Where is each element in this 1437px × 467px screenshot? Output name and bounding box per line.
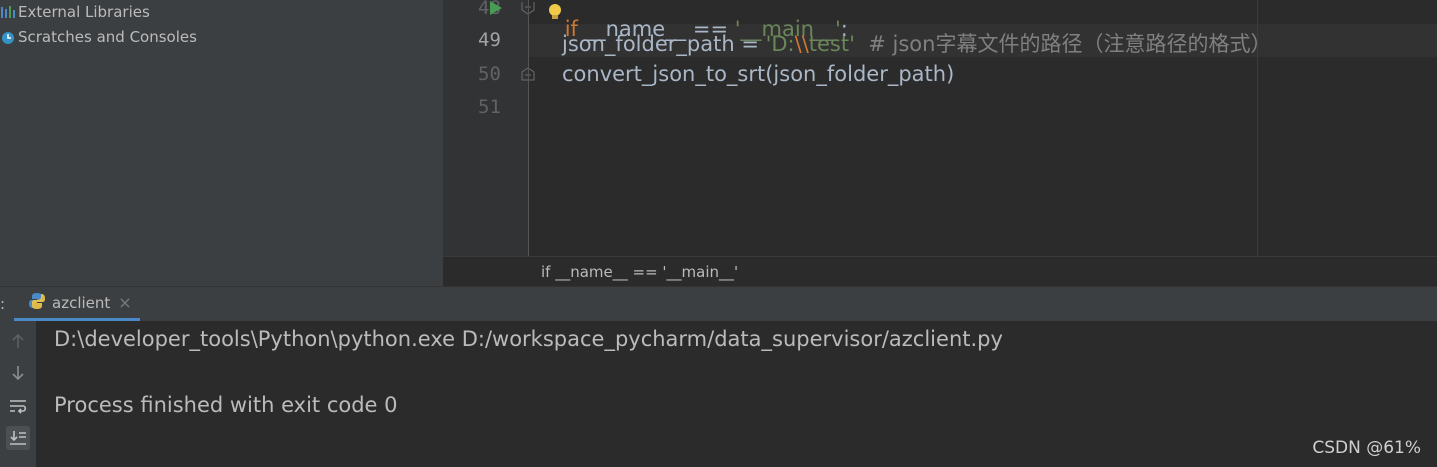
run-header: : azclient × xyxy=(0,286,1437,321)
run-toolbar xyxy=(0,321,36,467)
run-label-prefix: : xyxy=(0,295,6,313)
up-arrow-icon[interactable] xyxy=(6,329,30,353)
gutter-separator xyxy=(528,0,529,256)
code-operator: = xyxy=(734,32,766,56)
libraries-icon xyxy=(0,4,16,20)
code-editor[interactable]: 48 49 50 51 if __name__ == '__main__': j… xyxy=(443,0,1437,256)
tree-item-label: Scratches and Consoles xyxy=(18,28,197,46)
close-icon[interactable]: × xyxy=(118,293,131,312)
code-comment: # json字幕文件的路径（注意路径的格式） xyxy=(868,32,1272,56)
console-command: D:\developer_tools\Python\python.exe D:/… xyxy=(54,327,1003,351)
breadcrumb-item[interactable]: if __name__ == '__main__' xyxy=(541,263,738,281)
tree-item-scratches[interactable]: Scratches and Consoles xyxy=(0,25,197,49)
editor-gutter: 48 49 50 51 xyxy=(443,0,535,256)
python-icon xyxy=(28,292,46,314)
scratches-icon xyxy=(0,29,16,45)
run-tab-azclient[interactable]: azclient × xyxy=(14,287,140,321)
code-line-50: convert_json_to_srt(json_folder_path) xyxy=(562,62,954,86)
tree-item-external-libraries[interactable]: External Libraries xyxy=(0,0,150,24)
run-tab-label: azclient xyxy=(52,293,111,312)
soft-wrap-icon[interactable] xyxy=(6,394,30,418)
code-escape: \\ xyxy=(794,32,809,56)
project-panel: External Libraries Scratches and Console… xyxy=(0,0,443,286)
watermark: CSDN @61% xyxy=(1312,438,1421,458)
scroll-to-end-icon[interactable] xyxy=(6,426,30,450)
line-number: 51 xyxy=(478,96,501,118)
line-number: 49 xyxy=(478,29,501,51)
console-exit-message: Process finished with exit code 0 xyxy=(54,393,398,417)
code-string: 'D: xyxy=(765,32,795,56)
down-arrow-icon[interactable] xyxy=(6,361,30,385)
tree-item-label: External Libraries xyxy=(18,3,150,21)
code-string: test' xyxy=(808,32,855,56)
code-variable: json_folder_path xyxy=(562,32,735,56)
lightbulb-icon[interactable] xyxy=(547,2,563,26)
code-call: convert_json_to_srt(json_folder_path) xyxy=(562,62,955,86)
run-gutter-icon[interactable] xyxy=(489,0,503,19)
code-line-49: json_folder_path = 'D:\\test' # json字幕文件… xyxy=(562,28,1271,58)
console-output[interactable]: D:\developer_tools\Python\python.exe D:/… xyxy=(36,321,1437,467)
breadcrumb[interactable]: if __name__ == '__main__' xyxy=(443,256,1437,286)
